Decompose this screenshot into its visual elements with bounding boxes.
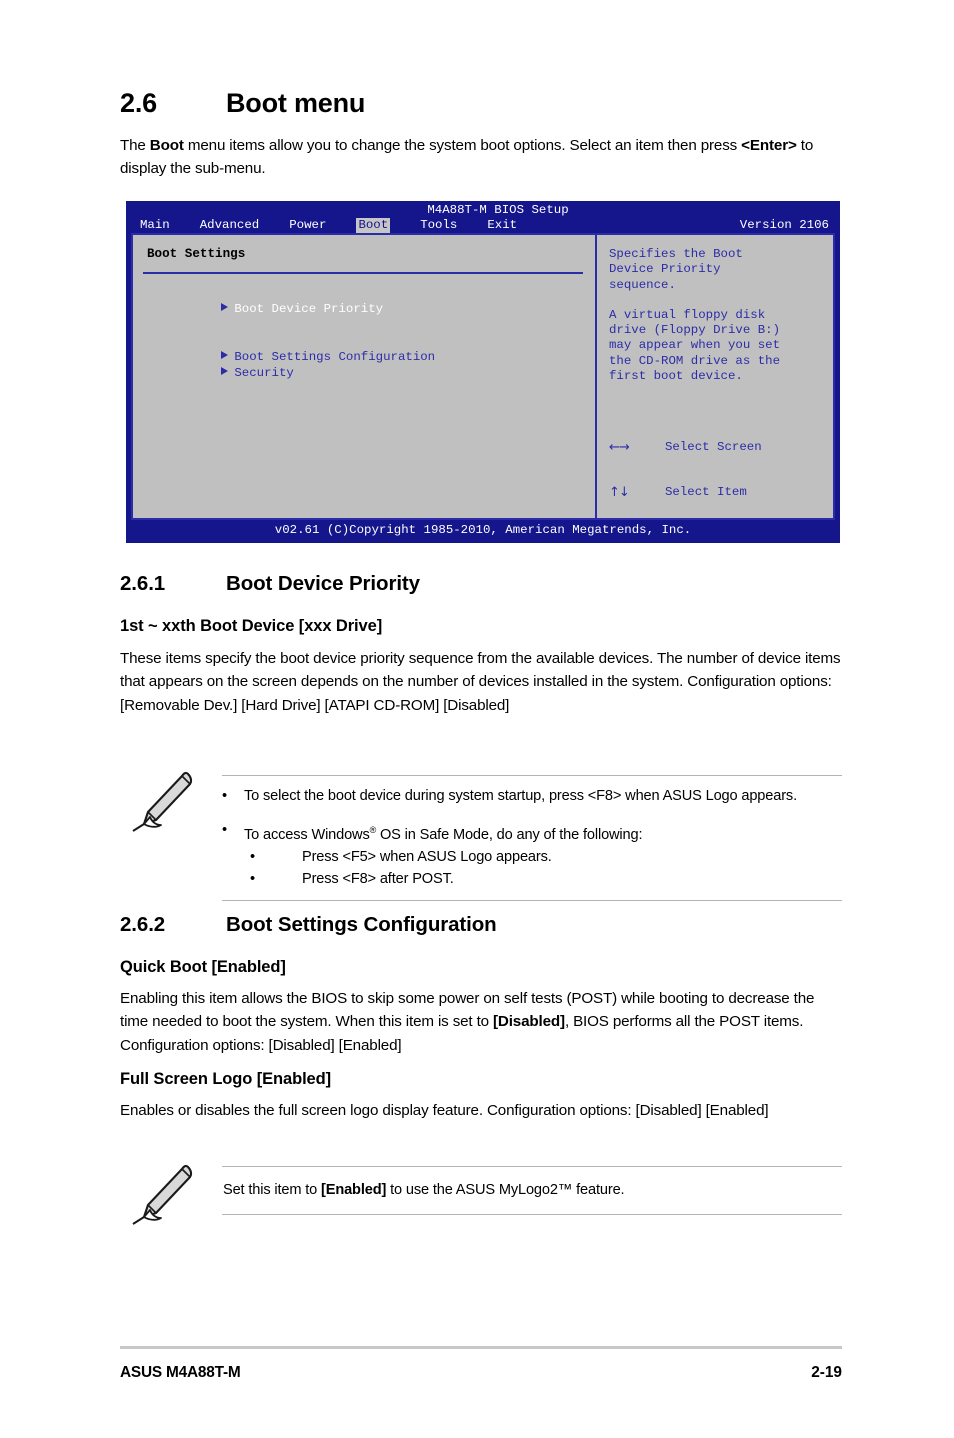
subsection-262-heading: 2.6.2 Boot Settings Configuration [120, 913, 860, 937]
note-sub-bullet-1-text: Press <F5> when ASUS Logo appears. [302, 848, 552, 865]
bullet-glyph: • [250, 870, 255, 887]
key-action: Select Screen [665, 439, 762, 454]
footer-page-number: 2-19 [811, 1364, 842, 1381]
subsection-261-heading: 2.6.1 Boot Device Priority [120, 572, 860, 596]
key-legend-row: ←→ Select Screen [609, 440, 784, 455]
note-bullet-2: • To access Windows® OS in Safe Mode, do… [222, 819, 842, 846]
pencil-icon [132, 1164, 193, 1225]
pencil-icon [132, 771, 193, 832]
bios-titlebar: M4A88T-M BIOS Setup Version 2106 Main Ad… [127, 202, 839, 234]
bios-item-label: Boot Device Priority [234, 302, 384, 317]
tab-exit[interactable]: Exit [487, 218, 517, 233]
bullet-glyph: • [222, 822, 227, 838]
full-screen-logo-title: Full Screen Logo [Enabled] [120, 1070, 331, 1088]
triangle-right-icon [221, 303, 229, 312]
note-2-text: Set this item to [Enabled] to use the AS… [223, 1182, 625, 1198]
tab-advanced[interactable]: Advanced [200, 218, 260, 233]
key-action: Select Item [665, 485, 747, 500]
bullet-glyph: • [222, 788, 227, 804]
bios-item-label: Security [234, 366, 294, 381]
item-261-title: 1st ~ xxth Boot Device [xxx Drive] [120, 617, 383, 635]
footer-divider [120, 1346, 842, 1349]
note-sub-bullet-1: • Press <F5> when ASUS Logo appears. [222, 846, 842, 868]
help-text-primary: Specifies the Boot Device Priority seque… [609, 247, 743, 292]
triangle-right-icon [221, 367, 229, 376]
bios-item-boot-device-priority[interactable]: Boot Device Priority [147, 287, 383, 333]
subsection-title: Boot Device Priority [226, 572, 420, 595]
section-number: 2.6 [120, 88, 157, 118]
page-title: 2.6 Boot menu [120, 88, 840, 119]
bios-setup-title: M4A88T-M BIOS Setup [427, 203, 569, 217]
note-1-body: • To select the boot device during syste… [222, 766, 842, 910]
quick-boot-body: Enabling this item allows the BIOS to sk… [120, 990, 815, 1054]
bios-copyright-bar: v02.61 (C)Copyright 1985-2010, American … [127, 520, 839, 542]
note-bullet-1: • To select the boot device during syste… [222, 785, 842, 807]
bios-menu-tabs: Main Advanced Power Boot Tools Exit [140, 218, 547, 234]
subsection-title: Boot Settings Configuration [226, 913, 497, 936]
note-bullet-2-text: To access Windows® OS in Safe Mode, do a… [244, 825, 643, 843]
document-page: 2.6 Boot menu The Boot menu items allow y… [0, 0, 954, 1438]
tab-tools[interactable]: Tools [420, 218, 457, 233]
left-right-arrow-icon: ←→ [609, 439, 630, 455]
bios-content: Boot Settings Boot Device Priority Boot … [131, 233, 835, 542]
bullet-glyph: • [250, 848, 255, 865]
section-title: Boot menu [226, 88, 366, 118]
full-screen-logo-body: Enables or disables the full screen logo… [120, 1102, 769, 1119]
bios-screenshot: M4A88T-M BIOS Setup Version 2106 Main Ad… [126, 201, 840, 543]
up-down-arrow-icon: ↑↓ [609, 485, 630, 501]
note-inner: • To select the boot device during syste… [120, 766, 842, 910]
panel-divider [143, 272, 583, 274]
note-2-body: Set this item to [Enabled] to use the AS… [222, 1157, 842, 1224]
tab-power[interactable]: Power [289, 218, 326, 233]
bios-item-security[interactable]: Security [147, 351, 294, 397]
note-sub-bullet-2-text: Press <F8> after POST. [302, 870, 454, 887]
note-box-2: Set this item to [Enabled] to use the AS… [120, 1157, 842, 1225]
note-box-1: • To select the boot device during syste… [120, 766, 842, 910]
note-pencil-icon-wrap [120, 1157, 222, 1225]
subsection-number: 2.6.1 [120, 572, 166, 595]
tab-boot[interactable]: Boot [356, 218, 391, 234]
note-inner: Set this item to [Enabled] to use the AS… [120, 1157, 842, 1225]
section-intro: The Boot menu items allow you to change … [120, 137, 814, 178]
note-sub-bullet-2: • Press <F8> after POST. [222, 868, 842, 890]
bios-settings-panel: Boot Settings Boot Device Priority Boot … [133, 235, 597, 518]
note-bottom-rule [222, 1214, 842, 1215]
tab-main[interactable]: Main [140, 218, 170, 233]
quick-boot-title: Quick Boot [Enabled] [120, 958, 286, 976]
bios-help-panel: Specifies the Boot Device Priority seque… [597, 235, 833, 542]
help-text-secondary: A virtual floppy disk drive (Floppy Driv… [609, 307, 781, 384]
bios-version: Version 2106 [739, 218, 829, 232]
note-bullet-1-text: To select the boot device during system … [244, 788, 797, 804]
subsection-number: 2.6.2 [120, 913, 166, 936]
boot-settings-heading: Boot Settings [147, 247, 246, 261]
footer-product-name: ASUS M4A88T-M [120, 1364, 241, 1381]
note-bottom-rule [222, 899, 842, 901]
item-261-body: These items specify the boot device prio… [120, 650, 841, 714]
note-pencil-icon-wrap [120, 766, 222, 910]
key-legend-row: ↑↓ Select Item [609, 485, 784, 500]
